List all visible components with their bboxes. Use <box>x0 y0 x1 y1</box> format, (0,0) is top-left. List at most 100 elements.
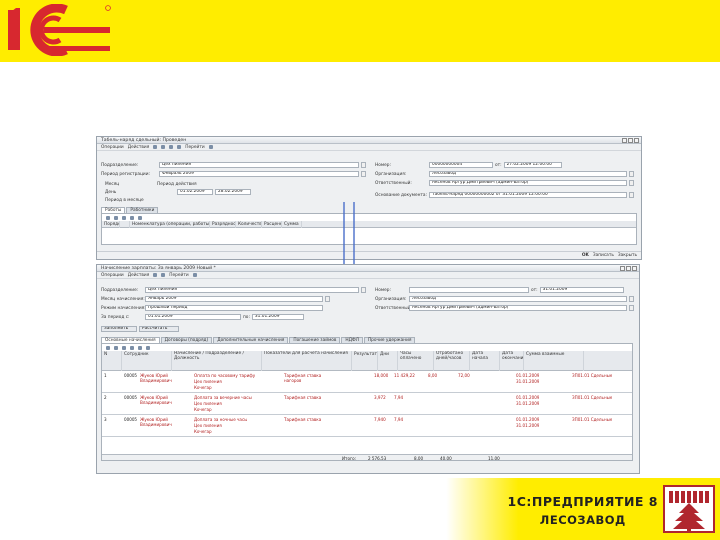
pg-delete-icon[interactable] <box>122 345 126 350</box>
dept-label: Подразделение: <box>101 162 139 168</box>
p-month-select-button[interactable] <box>325 296 330 302</box>
p-row-month: Месяц начисления: Январь 2009 <box>101 296 371 302</box>
pcol-employee: Сотрудник <box>122 351 172 371</box>
add-icon[interactable] <box>153 145 158 149</box>
row-code: 00005 <box>124 373 138 378</box>
payroll-close-icon[interactable] <box>632 266 637 271</box>
org-label: Организация: <box>375 171 407 177</box>
copy-icon[interactable] <box>161 145 166 149</box>
period-opt-range[interactable]: Период в месяце <box>105 197 144 203</box>
p-resp-label: Ответственный: <box>375 305 412 311</box>
print-icon[interactable] <box>177 145 182 149</box>
payroll-menu-goto[interactable]: Перейти <box>169 273 188 278</box>
basis-select-button[interactable] <box>629 192 634 198</box>
product-line1: 1С:ПРЕДПРИЯТИЕ 8 <box>507 494 658 509</box>
save-icon[interactable] <box>169 145 174 149</box>
write-button[interactable]: Записать <box>593 253 614 258</box>
payroll-menu-operations[interactable]: Операции <box>101 273 124 278</box>
date-field[interactable]: 27.02.2009 12:00:00 <box>503 162 562 168</box>
payroll-add-icon[interactable] <box>153 273 158 277</box>
calculate-button[interactable]: Рассчитать <box>139 326 179 332</box>
pg-sort-icon[interactable] <box>146 345 150 350</box>
pg-add-icon[interactable] <box>106 345 110 350</box>
period-field[interactable]: Февраль 2009 <box>159 171 359 177</box>
row-n: 3 <box>104 417 107 422</box>
period-opt-month[interactable]: Месяц <box>105 181 119 187</box>
menu-goto[interactable]: Перейти <box>185 145 204 150</box>
payroll-save-icon[interactable] <box>161 273 166 277</box>
number-label: Номер: <box>375 162 391 168</box>
payroll-help-icon[interactable] <box>192 273 197 277</box>
row-accrual: Доплата за вечерние часы <box>194 395 252 400</box>
maximize-icon[interactable] <box>628 138 633 143</box>
number-field[interactable]: 00000000004 <box>429 162 493 168</box>
p-month-field[interactable]: Январь 2009 <box>145 296 323 302</box>
p-resp-select-button[interactable] <box>629 305 634 311</box>
grid-edit-icon[interactable] <box>114 215 118 220</box>
col-order: Порядок <box>104 220 120 228</box>
p-to-label: по: <box>243 314 250 320</box>
grid-down-icon[interactable] <box>138 215 142 220</box>
pg-down-icon[interactable] <box>138 345 142 350</box>
period-to-field[interactable]: 28.02.2009 <box>215 189 251 195</box>
payroll-menu-actions[interactable]: Действия <box>128 273 150 278</box>
field-row-org: Организация: Лесозавод <box>375 171 639 177</box>
grid-add-icon[interactable] <box>106 215 110 220</box>
timesheet-toolbar: Операции Действия Перейти <box>97 144 641 151</box>
col-rate: Расценка <box>262 220 282 228</box>
p-date-field[interactable]: 31.01.2009 <box>539 287 624 293</box>
window-controls <box>622 138 639 143</box>
grid-delete-icon[interactable] <box>122 215 126 220</box>
org-field[interactable]: Лесозавод <box>429 171 627 177</box>
pcol-worked: Отработано дней/часов <box>434 351 470 371</box>
period-select-button[interactable] <box>361 171 366 177</box>
p-dept-field[interactable]: Цех пиления <box>145 287 359 293</box>
p-org-field[interactable]: Лесозавод <box>409 296 627 302</box>
minimize-icon[interactable] <box>622 138 627 143</box>
payroll-minimize-icon[interactable] <box>620 266 625 271</box>
payroll-grid-header: N Сотрудник Начисление / Подразделение /… <box>102 351 632 371</box>
p-from-field[interactable]: 01.01.2009 <box>145 314 241 320</box>
dept-field[interactable]: Цех пиления <box>159 162 359 168</box>
payroll-window-controls <box>620 266 637 271</box>
table-row[interactable]: 2 00005 Жуков Юрий Владимирович Доплата … <box>102 394 632 415</box>
pg-up-icon[interactable] <box>130 345 134 350</box>
p-mode-field[interactable]: Прошлый период <box>145 305 323 311</box>
period-from-field[interactable]: 01.02.2009 <box>177 189 213 195</box>
payroll-titlebar: Начисление зарплаты: За январь 2009 Новы… <box>97 265 639 272</box>
field-row-period: Период регистрации: Февраль 2009 <box>101 171 369 177</box>
row-hours: 72,00 <box>458 373 470 378</box>
p-org-select-button[interactable] <box>629 296 634 302</box>
ok-button[interactable]: OK <box>582 253 589 258</box>
resp-field[interactable]: Аксенов Артур Дмитриевич (админ-ватор) <box>429 180 627 186</box>
basis-field[interactable]: Табель-наряд 00000000002 от 31.01.2009 1… <box>429 192 627 198</box>
menu-actions[interactable]: Действия <box>128 145 150 150</box>
table-row[interactable]: 3 00005 Жуков Юрий Владимирович Доплата … <box>102 416 632 437</box>
p-dept-select-button[interactable] <box>361 287 366 293</box>
pcol-result: Результат <box>352 351 378 371</box>
row-date-start: 01.01.2009 <box>516 417 540 422</box>
p-resp-field[interactable]: Аксенов Артур Дмитриевич (админ-ватор) <box>409 305 627 311</box>
pg-edit-icon[interactable] <box>114 345 118 350</box>
row-mutual: ЗП01.01 Сдельные <box>572 417 613 422</box>
help-icon[interactable] <box>208 145 213 149</box>
org-select-button[interactable] <box>629 171 634 177</box>
row-result: 3,972 <box>374 395 386 400</box>
p-number-field[interactable] <box>409 287 529 293</box>
row-code: 00005 <box>124 395 138 400</box>
p-to-field[interactable]: 31.01.2009 <box>251 314 304 320</box>
fill-button[interactable]: Заполнить <box>101 326 137 332</box>
menu-operations[interactable]: Операции <box>101 145 124 150</box>
p-row-org: Организация: Лесозавод <box>375 296 637 302</box>
dept-select-button[interactable] <box>361 162 366 168</box>
period-group-label-text: Период действия <box>157 181 197 187</box>
grid-up-icon[interactable] <box>130 215 134 220</box>
table-row[interactable]: 1 00005 Жуков Юрий Владимирович Оплата п… <box>102 372 632 393</box>
period-opt-day[interactable]: День <box>105 189 116 195</box>
payroll-grid[interactable]: N Сотрудник Начисление / Подразделение /… <box>101 343 633 461</box>
close-button[interactable]: Закрыть <box>618 253 637 258</box>
close-icon[interactable] <box>634 138 639 143</box>
payroll-maximize-icon[interactable] <box>626 266 631 271</box>
row-basis: Тарифная ставка <box>284 417 322 422</box>
resp-select-button[interactable] <box>629 180 634 186</box>
